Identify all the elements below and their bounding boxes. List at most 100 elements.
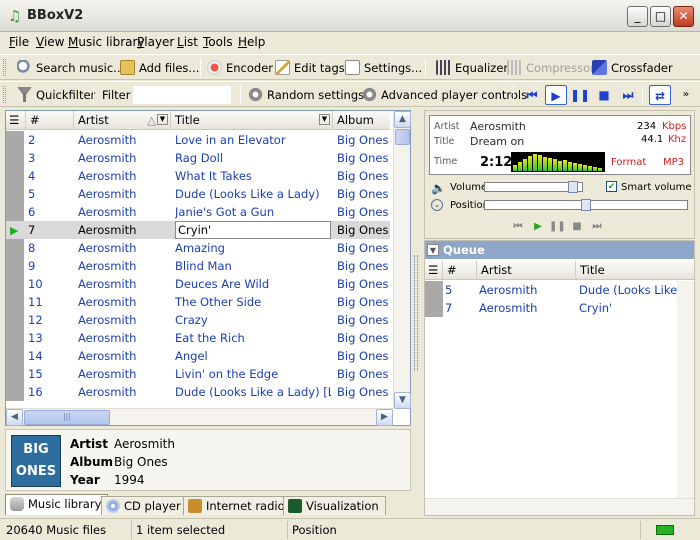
table-row[interactable]: 15 Aerosmith Livin' on the Edge Big Ones <box>6 365 390 383</box>
column-chooser-icon[interactable]: ☰ <box>425 261 443 280</box>
encoder-button[interactable]: Encoder <box>207 59 273 77</box>
table-row[interactable]: 8 Aerosmith Amazing Big Ones <box>6 239 390 257</box>
table-row[interactable]: 14 Aerosmith Angel Big Ones <box>6 347 390 365</box>
spectrum-bar <box>513 165 517 171</box>
horizontal-scrollbar[interactable] <box>425 498 694 515</box>
column-header-title[interactable]: Title ▼ <box>171 111 333 130</box>
menu-file[interactable]: File <box>9 35 29 49</box>
equalizer-button[interactable]: Equalizer <box>436 59 508 77</box>
queue-row[interactable]: 5 Aerosmith Dude (Looks Like a Lady) <box>425 281 677 299</box>
next-track-button[interactable]: ⏭ <box>589 220 605 234</box>
menu-help[interactable]: Help <box>238 35 265 49</box>
volume-slider-knob[interactable] <box>567 181 578 193</box>
settings-button[interactable]: Settings... <box>345 59 422 77</box>
filter-input[interactable] <box>133 86 231 104</box>
repeat-toggle-button[interactable]: ⇄ <box>649 85 671 105</box>
toolbar-grip[interactable] <box>3 86 6 103</box>
vertical-scrollbar[interactable]: ▲ ▼ <box>393 111 411 409</box>
previous-track-button[interactable]: ⏮ <box>521 85 543 105</box>
play-button[interactable]: ▶ <box>530 220 546 234</box>
table-row[interactable]: 9 Aerosmith Blind Man Big Ones <box>6 257 390 275</box>
dropdown-chevron-icon[interactable]: ▼ <box>319 114 330 125</box>
volume-slider[interactable] <box>484 181 583 193</box>
queue-column-num[interactable]: # <box>443 261 477 280</box>
stop-button[interactable]: ■ <box>569 220 585 234</box>
stop-button[interactable]: ■ <box>593 85 615 105</box>
dropdown-chevron-icon[interactable]: ▼ <box>157 114 168 125</box>
queue-column-artist[interactable]: Artist <box>477 261 576 280</box>
collapse-chevron-icon[interactable]: ▼ <box>427 244 439 256</box>
scroll-thumb[interactable]: ||| <box>24 410 110 425</box>
table-row[interactable]: 11 Aerosmith The Other Side Big Ones <box>6 293 390 311</box>
search-music-button[interactable]: Search music... <box>17 59 124 77</box>
cell-title: Dude (Looks Like a Lady) [Live] <box>175 385 331 399</box>
scroll-down-arrow-icon[interactable]: ▼ <box>394 392 411 409</box>
column-header-num[interactable]: # <box>26 111 74 130</box>
position-slider-knob[interactable] <box>581 199 591 211</box>
speaker-icon: 🔈 <box>431 181 446 195</box>
toolbar-grip[interactable] <box>3 59 6 76</box>
table-row[interactable]: 10 Aerosmith Deuces Are Wild Big Ones <box>6 275 390 293</box>
edit-tags-button[interactable]: Edit tags <box>275 59 345 77</box>
horizontal-scrollbar[interactable]: ◀ ||| ▶ <box>6 408 393 426</box>
next-track-button[interactable]: ⏭ <box>617 85 639 105</box>
row-gutter <box>6 311 24 329</box>
menu-player[interactable]: Player <box>137 35 174 49</box>
compressor-button[interactable]: Compressor <box>507 59 595 77</box>
table-row[interactable]: 16 Aerosmith Dude (Looks Like a Lady) [Liv… <box>6 383 390 401</box>
queue-column-title[interactable]: Title <box>576 261 694 280</box>
menu-music-library[interactable]: Music library <box>68 35 145 49</box>
menu-list[interactable]: List <box>177 35 198 49</box>
previous-track-button[interactable]: ⏮ <box>510 220 526 234</box>
menu-view[interactable]: View <box>36 35 64 49</box>
cell-num: 12 <box>28 313 43 327</box>
cd-icon <box>106 499 120 513</box>
table-row[interactable]: 12 Aerosmith Crazy Big Ones <box>6 311 390 329</box>
column-header-artist[interactable]: Artist △ ▼ <box>74 111 171 130</box>
tab-music-library[interactable]: Music library <box>5 494 109 515</box>
table-row[interactable]: ▶ 7 Aerosmith Cryin' Big Ones <box>6 221 390 239</box>
scroll-thumb[interactable] <box>395 129 410 145</box>
table-row[interactable]: 4 Aerosmith What It Takes Big Ones <box>6 167 390 185</box>
tab-visualization[interactable]: Visualization <box>283 496 386 515</box>
scroll-left-arrow-icon[interactable]: ◀ <box>6 409 23 426</box>
toolbar-overflow-chevron-icon[interactable]: » <box>678 85 694 105</box>
tab-cd-player[interactable]: CD player <box>101 496 188 515</box>
cell-title: What It Takes <box>175 169 252 183</box>
quickfilter-button[interactable]: Quickfilter <box>17 86 95 104</box>
menu-tools[interactable]: Tools <box>203 35 233 49</box>
minimize-button[interactable]: _ <box>627 6 648 27</box>
row-gutter <box>425 281 443 299</box>
vertical-scrollbar[interactable] <box>677 281 694 515</box>
table-row[interactable]: 13 Aerosmith Eat the Rich Big Ones <box>6 329 390 347</box>
table-row[interactable]: 6 Aerosmith Janie's Got a Gun Big Ones <box>6 203 390 221</box>
table-row[interactable]: 3 Aerosmith Rag Doll Big Ones <box>6 149 390 167</box>
cell-title: Eat the Rich <box>175 331 245 345</box>
toolbar-separator <box>240 86 241 104</box>
position-slider[interactable] <box>484 199 688 211</box>
play-button[interactable]: ▶ <box>545 85 567 105</box>
column-header-album[interactable]: Album <box>333 111 390 130</box>
add-files-button[interactable]: Add files... <box>120 59 199 77</box>
pause-button[interactable]: ❚❚ <box>569 85 591 105</box>
tab-internet-radio[interactable]: Internet radio <box>183 496 292 515</box>
spectrum-bar <box>583 165 587 171</box>
panel-splitter[interactable] <box>414 255 418 371</box>
crossfader-button[interactable]: Crossfader <box>592 59 673 77</box>
spectrum-bar <box>543 157 547 171</box>
table-row[interactable]: 2 Aerosmith Love in an Elevator Big Ones <box>6 131 390 149</box>
table-row[interactable]: 5 Aerosmith Dude (Looks Like a Lady) Big On… <box>6 185 390 203</box>
close-button[interactable]: ✕ <box>673 6 694 27</box>
scroll-right-arrow-icon[interactable]: ▶ <box>376 409 393 426</box>
spectrum-bar <box>568 162 572 171</box>
random-settings-button[interactable]: Random settings <box>248 86 364 104</box>
queue-header[interactable]: ▼ Queue <box>425 241 694 259</box>
pause-button[interactable]: ❚❚ <box>549 220 566 234</box>
maximize-button[interactable]: □ <box>650 6 671 27</box>
scroll-up-arrow-icon[interactable]: ▲ <box>394 111 411 128</box>
advanced-player-controls-button[interactable]: Advanced player controls <box>362 86 527 104</box>
smart-volume-checkbox[interactable]: ✔ <box>606 181 617 192</box>
row-gutter <box>6 131 24 149</box>
queue-row[interactable]: 7 Aerosmith Cryin' <box>425 299 677 317</box>
column-chooser-icon[interactable]: ☰ <box>6 111 26 130</box>
